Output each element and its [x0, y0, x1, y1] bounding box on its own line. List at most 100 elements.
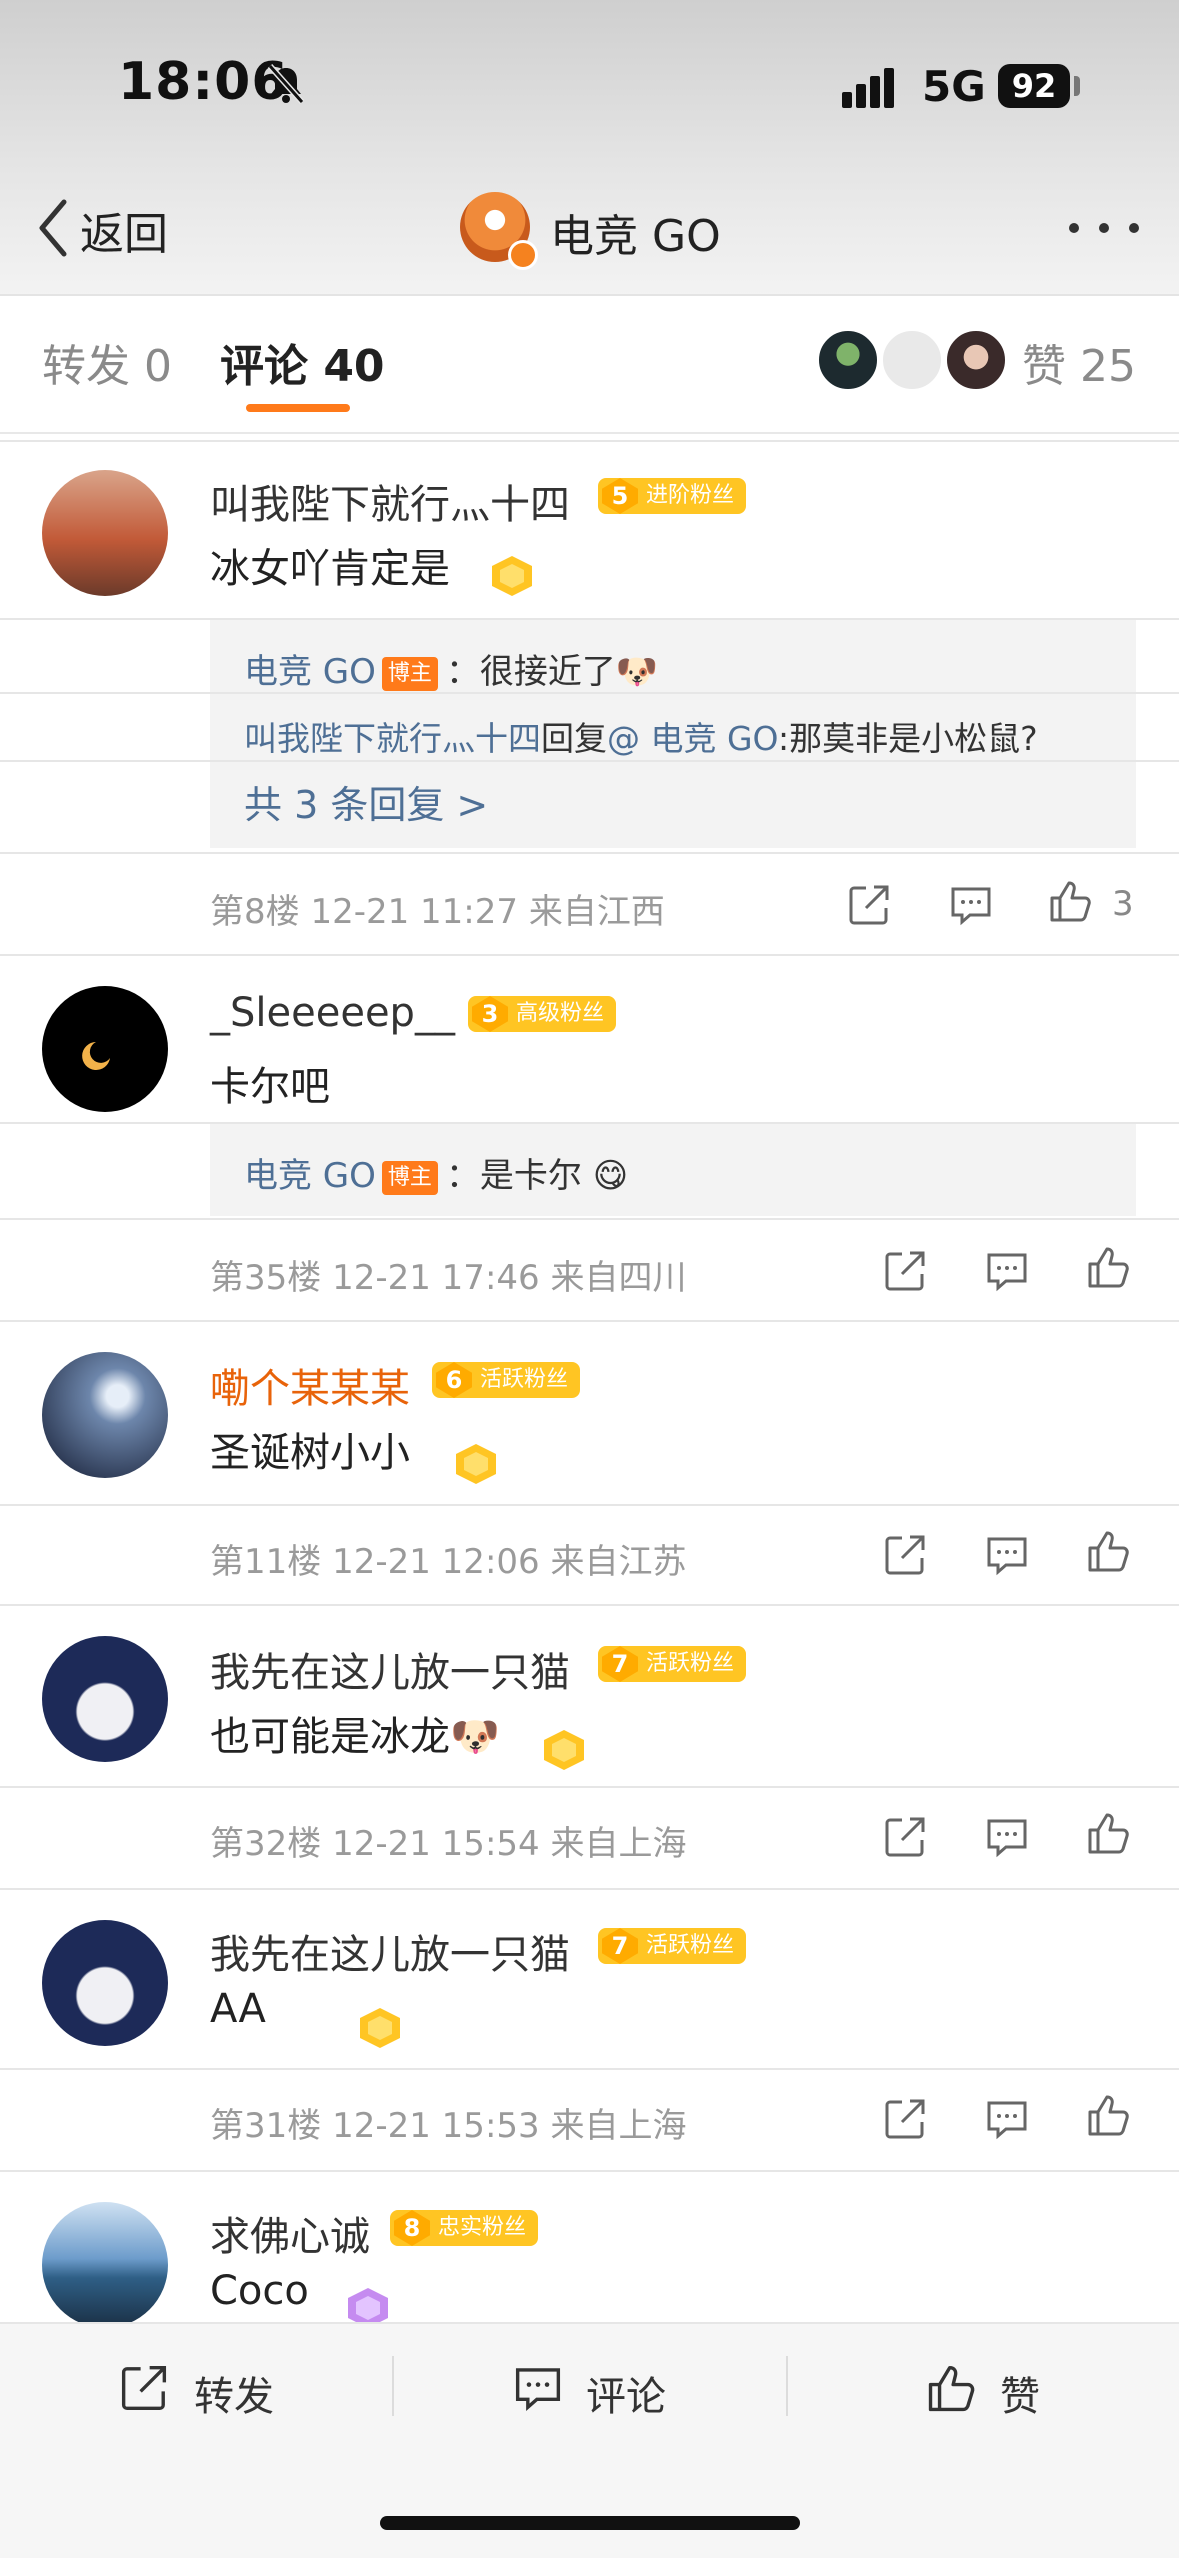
fan-badge[interactable]: 6 活跃粉丝 — [432, 1362, 581, 1398]
repost-icon[interactable] — [882, 1532, 928, 1578]
reply-item[interactable]: 电竞 GO 博主 ：很接近了🐶 — [244, 644, 658, 693]
repost-icon[interactable] — [882, 1248, 928, 1294]
avatar[interactable] — [42, 986, 168, 1112]
comment-meta: 第8楼 12-21 11:27 来自江西 — [210, 892, 665, 932]
fan-level-icon: 3 — [472, 996, 508, 1032]
reply-item[interactable]: 叫我陛下就行灬十四回复@ 电竞 GO:那莫非是小松鼠? — [244, 712, 1038, 760]
avatar[interactable] — [42, 1636, 168, 1762]
repost-icon[interactable] — [882, 2096, 928, 2142]
avatar[interactable] — [42, 1920, 168, 2046]
moon-icon — [82, 1042, 110, 1070]
tab-repost[interactable]: 转发 0 — [42, 330, 172, 394]
comment-icon[interactable] — [984, 2096, 1030, 2142]
reply-text: ：是卡尔 😋 — [445, 1156, 629, 1196]
divider — [0, 1786, 1179, 1788]
divider — [0, 692, 1179, 694]
divider — [0, 440, 1179, 442]
tab-like[interactable]: 赞 25 — [1022, 330, 1136, 394]
divider — [0, 2170, 1179, 2172]
bell-muted-icon — [267, 64, 305, 104]
comment-icon[interactable] — [984, 1814, 1030, 1860]
fan-badge-label: 高级粉丝 — [516, 1001, 605, 1026]
comment-username[interactable]: 求佛心诚 — [210, 2204, 370, 2262]
comment-text: 圣诞树小小 — [210, 1430, 410, 1476]
comment-text: AA — [210, 1986, 266, 2032]
comment-username[interactable]: 我先在这儿放一只猫 — [210, 1640, 570, 1698]
like-icon[interactable] — [1086, 2092, 1132, 2138]
comment-username[interactable]: 我先在这儿放一只猫 — [210, 1922, 570, 1980]
signal-icon — [842, 68, 894, 108]
fan-badge[interactable]: 8 忠实粉丝 — [390, 2210, 539, 2246]
chevron-left-icon[interactable] — [34, 196, 74, 260]
reply-username[interactable]: 叫我陛下就行灬十四 — [244, 719, 541, 758]
fan-level-icon: 7 — [602, 1928, 638, 1964]
divider — [0, 1218, 1179, 1220]
divider — [0, 2068, 1179, 2070]
like-icon[interactable] — [1086, 1528, 1132, 1574]
liker-avatar[interactable] — [880, 328, 944, 392]
repost-icon[interactable] — [118, 2362, 170, 2414]
author-tag: 博主 — [381, 656, 438, 691]
fan-badge[interactable]: 3 高级粉丝 — [468, 996, 617, 1032]
like-icon[interactable] — [1048, 878, 1094, 924]
medal-icon — [492, 556, 532, 596]
reply-text: ：很接近了🐶 — [445, 652, 659, 692]
like-icon[interactable] — [1086, 1810, 1132, 1856]
repost-icon[interactable] — [846, 882, 892, 928]
fan-badge-label: 活跃粉丝 — [646, 1651, 735, 1676]
fan-level-icon: 8 — [394, 2210, 430, 2246]
comment-meta: 第11楼 12-21 12:06 来自江苏 — [210, 1542, 687, 1582]
fan-badge-label: 活跃粉丝 — [480, 1367, 569, 1392]
like-icon[interactable] — [926, 2362, 978, 2414]
divider — [0, 852, 1179, 854]
comment-text: 也可能是冰龙🐶 — [210, 1714, 500, 1760]
battery-tip — [1074, 76, 1080, 96]
reply-mention[interactable]: @ 电竞 GO — [607, 719, 778, 758]
repost-button[interactable]: 转发 — [194, 2364, 274, 2422]
comment-icon[interactable] — [948, 882, 994, 928]
divider — [0, 1604, 1179, 1606]
liker-avatar[interactable] — [944, 328, 1008, 392]
divider — [392, 2356, 394, 2416]
medal-icon — [360, 2008, 400, 2048]
divider — [0, 432, 1179, 434]
like-button[interactable]: 赞 — [1000, 2364, 1040, 2422]
reply-item[interactable]: 电竞 GO 博主 ：是卡尔 😋 — [244, 1148, 628, 1197]
home-indicator[interactable] — [380, 2516, 800, 2530]
comment-icon[interactable] — [512, 2362, 564, 2414]
fan-badge[interactable]: 7 活跃粉丝 — [598, 1646, 747, 1682]
comment-username[interactable]: 嘞个某某某 — [210, 1356, 410, 1414]
network-label: 5G — [922, 62, 986, 111]
avatar[interactable] — [42, 470, 168, 596]
fan-badge[interactable]: 7 活跃粉丝 — [598, 1928, 747, 1964]
reply-username[interactable]: 电竞 GO — [244, 1156, 376, 1196]
page-title[interactable]: 电竞 GO — [550, 200, 721, 264]
divider — [786, 2356, 788, 2416]
medal-icon — [456, 1444, 496, 1484]
comment-icon[interactable] — [984, 1532, 1030, 1578]
repost-icon[interactable] — [882, 1814, 928, 1860]
comment-username[interactable]: _Sleeeeep__ — [210, 990, 455, 1036]
reply-box[interactable]: 电竞 GO 博主 ：很接近了🐶 叫我陛下就行灬十四回复@ 电竞 GO:那莫非是小松鼠… — [0, 620, 1179, 848]
fan-badge-label: 活跃粉丝 — [646, 1933, 735, 1958]
back-button[interactable]: 返回 — [80, 198, 168, 262]
reply-box[interactable]: 电竞 GO 博主 ：是卡尔 😋 — [210, 1124, 1136, 1216]
reply-text: :那莫非是小松鼠? — [777, 719, 1038, 758]
liker-avatar[interactable] — [816, 328, 880, 392]
comment-username[interactable]: 叫我陛下就行灬十四 — [210, 472, 570, 530]
reply-connector: 回复 — [541, 719, 607, 758]
fan-level-icon: 6 — [436, 1362, 472, 1398]
comment-icon[interactable] — [984, 1248, 1030, 1294]
fan-badge[interactable]: 5 进阶粉丝 — [598, 478, 747, 514]
avatar[interactable] — [42, 2202, 168, 2328]
like-icon[interactable] — [1086, 1244, 1132, 1290]
comment-button[interactable]: 评论 — [586, 2364, 666, 2422]
tab-active-indicator — [246, 404, 350, 412]
tab-comment[interactable]: 评论 40 — [220, 330, 385, 394]
avatar[interactable] — [42, 1352, 168, 1478]
reply-username[interactable]: 电竞 GO — [244, 652, 376, 692]
more-icon[interactable] — [1068, 222, 1140, 234]
comment-text: Coco — [210, 2268, 309, 2314]
more-replies-link[interactable]: 共 3 条回复 > — [244, 774, 488, 829]
comment-meta: 第32楼 12-21 15:54 来自上海 — [210, 1824, 687, 1864]
